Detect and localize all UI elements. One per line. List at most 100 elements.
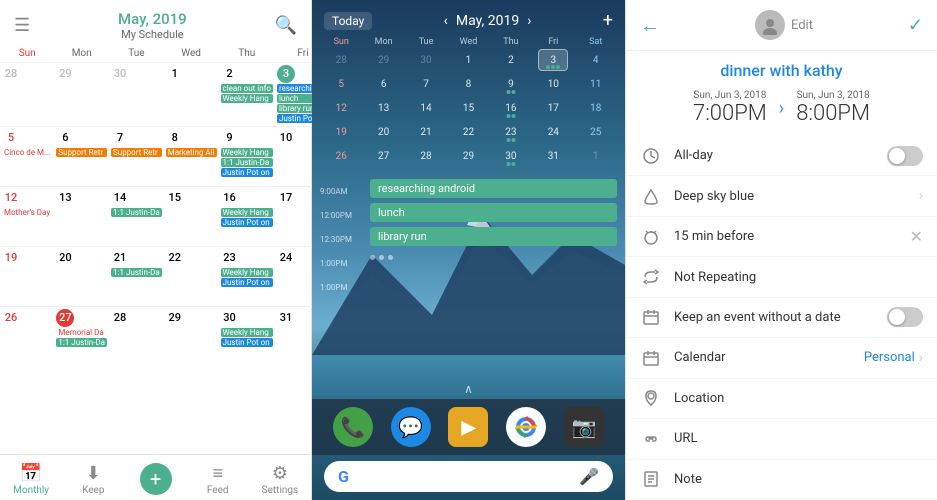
nodate-toggle[interactable] bbox=[887, 307, 923, 327]
calendar-day[interactable]: 1 bbox=[164, 63, 219, 127]
note-row[interactable]: Note bbox=[626, 460, 937, 500]
event-block[interactable]: lunch bbox=[370, 203, 617, 224]
phone-day[interactable]: 19 bbox=[326, 121, 356, 143]
phone-day[interactable]: 5 bbox=[326, 73, 356, 95]
phone-day[interactable]: 16 bbox=[496, 97, 526, 119]
dock-messages-icon[interactable]: 💬 bbox=[391, 407, 431, 447]
phone-day[interactable]: 1 bbox=[581, 145, 611, 167]
phone-day[interactable]: 17 bbox=[538, 97, 568, 119]
calendar-day[interactable]: 8 Marketing All bbox=[164, 127, 219, 187]
phone-day[interactable]: 25 bbox=[581, 121, 611, 143]
phone-day[interactable]: 27 bbox=[369, 145, 399, 167]
nav-feed[interactable]: ≡ Feed bbox=[187, 461, 249, 498]
calendar-day[interactable]: 7 Support Retr bbox=[109, 127, 164, 187]
phone-day[interactable]: 28 bbox=[411, 145, 441, 167]
calendar-day[interactable]: 20 bbox=[54, 247, 109, 307]
back-button[interactable]: ← bbox=[640, 13, 660, 38]
phone-day[interactable]: 9 bbox=[496, 73, 526, 95]
phone-day[interactable]: 18 bbox=[581, 97, 611, 119]
add-event-button[interactable]: + bbox=[140, 463, 172, 495]
prev-month-button[interactable]: ‹ bbox=[444, 13, 448, 29]
calendar-day[interactable]: 6 Support Retr bbox=[54, 127, 109, 187]
phone-day[interactable]: 15 bbox=[453, 97, 483, 119]
calendar-day[interactable]: 26 bbox=[0, 307, 54, 367]
phone-day[interactable]: 22 bbox=[453, 121, 483, 143]
phone-day[interactable]: 21 bbox=[411, 121, 441, 143]
dock-phone-icon[interactable]: 📞 bbox=[333, 407, 373, 447]
calendar-day[interactable]: 28 bbox=[0, 63, 54, 127]
nav-settings[interactable]: ⚙ Settings bbox=[249, 461, 311, 498]
calendar-day[interactable]: 14 1:1 Justin-Da bbox=[109, 187, 164, 247]
nav-add[interactable]: + bbox=[124, 461, 186, 498]
phone-day[interactable]: 1 bbox=[453, 49, 483, 71]
phone-day[interactable]: 11 bbox=[581, 73, 611, 95]
phone-day[interactable]: 28 bbox=[326, 49, 356, 71]
google-mic-icon[interactable]: 🎤 bbox=[579, 467, 599, 486]
next-month-button[interactable]: › bbox=[527, 13, 531, 29]
alarm-remove-icon[interactable]: ✕ bbox=[910, 227, 923, 246]
event-block[interactable]: researching android bbox=[370, 179, 617, 200]
calendar-day[interactable]: 30 Weekly Hang Justin Pot on bbox=[219, 307, 275, 367]
location-row[interactable]: Location bbox=[626, 379, 937, 419]
phone-day[interactable]: 31 bbox=[538, 145, 568, 167]
phone-day[interactable]: 30 bbox=[411, 49, 441, 71]
phone-day[interactable]: 23 bbox=[496, 121, 526, 143]
phone-day[interactable]: 29 bbox=[369, 49, 399, 71]
calendar-day[interactable]: 15 bbox=[164, 187, 219, 247]
confirm-button[interactable]: ✓ bbox=[908, 15, 923, 36]
today-button[interactable]: Today bbox=[324, 12, 372, 30]
nav-keep[interactable]: ⬇ Keep bbox=[62, 461, 124, 498]
calendar-icon bbox=[640, 347, 662, 369]
calendar-day[interactable]: 21 1:1 Justin-Da bbox=[109, 247, 164, 307]
phone-day[interactable]: 30 bbox=[496, 145, 526, 167]
calendar-day[interactable]: 29 bbox=[54, 63, 109, 127]
allday-toggle[interactable] bbox=[887, 146, 923, 166]
calendar-day[interactable]: 16 Weekly Hang Justin Pot on bbox=[219, 187, 275, 247]
url-row[interactable]: URL bbox=[626, 419, 937, 459]
phone-events-area: 9:00AM 12:00PM 12:30PM 1:00PM 1:00PM res… bbox=[312, 175, 625, 376]
phone-day[interactable]: 6 bbox=[369, 73, 399, 95]
phone-day[interactable]: 29 bbox=[453, 145, 483, 167]
collapse-section[interactable]: ∧ bbox=[312, 376, 625, 399]
phone-day[interactable]: 2 bbox=[496, 49, 526, 71]
phone-day[interactable]: 12 bbox=[326, 97, 356, 119]
calendar-day[interactable]: 9 Weekly Hang 1:1 Justin-Da Justin Pot o… bbox=[219, 127, 275, 187]
phone-today[interactable]: 3 bbox=[538, 49, 568, 71]
add-event-icon[interactable]: + bbox=[603, 10, 613, 31]
edit-button[interactable]: Edit bbox=[791, 18, 813, 33]
calendar-row[interactable]: Calendar Personal › bbox=[626, 338, 937, 378]
dock-chrome-icon[interactable] bbox=[506, 407, 546, 447]
calendar-day[interactable]: 23 Weekly Hang Justin Pot on bbox=[219, 247, 275, 307]
calendar-day[interactable]: 12 Mother's Day bbox=[0, 187, 54, 247]
search-icon[interactable]: 🔍 bbox=[275, 15, 297, 36]
calendar-day[interactable]: 19 bbox=[0, 247, 54, 307]
calendar-day[interactable]: 28 bbox=[109, 307, 164, 367]
phone-day[interactable]: 26 bbox=[326, 145, 356, 167]
google-search-bar[interactable]: G 🎤 bbox=[324, 461, 613, 492]
calendar-day[interactable]: 30 bbox=[109, 63, 164, 127]
dock-camera-icon[interactable]: 📷 bbox=[564, 407, 604, 447]
phone-day[interactable]: 13 bbox=[369, 97, 399, 119]
calendar-day[interactable]: 27 Memorial Da 1:1 Justin-Da bbox=[54, 307, 109, 367]
feed-icon: ≡ bbox=[212, 463, 223, 484]
calendar-day[interactable]: 2 clean out info Weekly Hang bbox=[219, 63, 275, 127]
phone-day[interactable]: 24 bbox=[538, 121, 568, 143]
event-block[interactable]: library run bbox=[370, 227, 617, 246]
nav-monthly[interactable]: 📅 Monthly bbox=[0, 461, 62, 498]
phone-day[interactable]: 10 bbox=[538, 73, 568, 95]
repeat-row[interactable]: Not Repeating bbox=[626, 257, 937, 297]
dock-plex-icon[interactable]: ▶ bbox=[448, 407, 488, 447]
phone-day[interactable]: 20 bbox=[369, 121, 399, 143]
calendar-day[interactable]: 13 bbox=[54, 187, 109, 247]
hamburger-icon[interactable]: ☰ bbox=[14, 15, 30, 36]
phone-day[interactable]: 14 bbox=[411, 97, 441, 119]
color-row[interactable]: Deep sky blue › bbox=[626, 176, 937, 216]
phone-day[interactable]: 8 bbox=[453, 73, 483, 95]
calendar-label: Calendar bbox=[674, 350, 864, 365]
calendar-day[interactable]: 22 bbox=[164, 247, 219, 307]
calendar-day[interactable]: 29 bbox=[164, 307, 219, 367]
phone-day[interactable]: 4 bbox=[581, 49, 611, 71]
calendar-value: Personal bbox=[864, 350, 915, 365]
calendar-day[interactable]: 5 Cinco de M... bbox=[0, 127, 54, 187]
phone-day[interactable]: 7 bbox=[411, 73, 441, 95]
